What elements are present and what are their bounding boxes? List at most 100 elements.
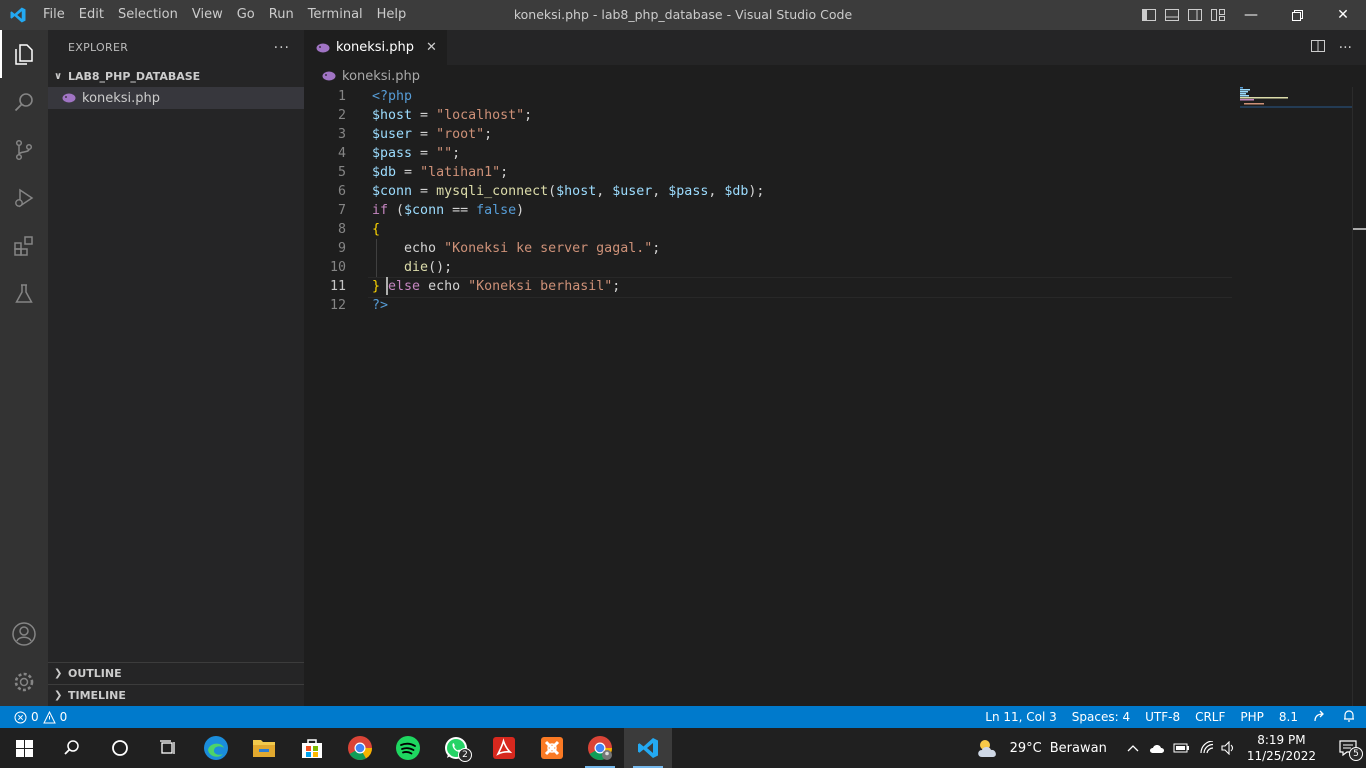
- code-line[interactable]: 8{: [304, 220, 1234, 239]
- spotify-icon[interactable]: [384, 728, 432, 768]
- minimap[interactable]: [1240, 87, 1352, 109]
- microsoft-store-icon[interactable]: [288, 728, 336, 768]
- chrome-profile-icon[interactable]: [576, 728, 624, 768]
- menu-help[interactable]: Help: [370, 0, 414, 30]
- xampp-icon[interactable]: [528, 728, 576, 768]
- code-line[interactable]: 7 if ($conn == false): [304, 201, 1234, 220]
- customize-layout-icon[interactable]: [1209, 7, 1226, 24]
- split-editor-icon[interactable]: [1310, 39, 1325, 57]
- weather-cloud-icon[interactable]: [974, 737, 1002, 759]
- extensions-icon[interactable]: [0, 222, 48, 270]
- code-text: die();: [404, 260, 453, 275]
- code-line[interactable]: 11} else echo "Koneksi berhasil";: [304, 277, 1234, 298]
- code-line[interactable]: 6 $conn = mysqli_connect($host, $user, $p…: [304, 182, 1234, 201]
- live-share-icon[interactable]: [1313, 709, 1327, 726]
- explorer-header: EXPLORER ···: [48, 30, 304, 65]
- code-text: if ($conn == false): [372, 203, 525, 218]
- acrobat-reader-icon[interactable]: [480, 728, 528, 768]
- line-number: 6: [337, 184, 346, 199]
- text-cursor: [386, 277, 388, 295]
- code-text: $db = "latihan1";: [372, 165, 509, 180]
- explorer-title: EXPLORER: [68, 41, 129, 54]
- action-center-icon[interactable]: 5: [1330, 728, 1366, 768]
- tab-koneksi[interactable]: koneksi.php ✕: [304, 30, 447, 65]
- breadcrumb-file[interactable]: koneksi.php: [342, 69, 420, 84]
- timeline-section[interactable]: ❯ TIMELINE: [48, 684, 304, 706]
- whatsapp-icon[interactable]: 2: [432, 728, 480, 768]
- vscode-logo-icon: [0, 0, 36, 30]
- menu-run[interactable]: Run: [262, 0, 301, 30]
- menu-view[interactable]: View: [185, 0, 230, 30]
- edge-browser-icon[interactable]: [192, 728, 240, 768]
- notifications-bell-icon[interactable]: [1342, 709, 1356, 726]
- search-icon[interactable]: [0, 78, 48, 126]
- line-ending[interactable]: CRLF: [1195, 710, 1225, 724]
- wifi-icon[interactable]: [1199, 741, 1215, 755]
- toggle-secondary-sidebar-icon[interactable]: [1186, 7, 1203, 24]
- toggle-panel-icon[interactable]: [1163, 7, 1180, 24]
- weather-temp[interactable]: 29°C: [1010, 741, 1042, 756]
- onedrive-cloud-icon[interactable]: [1149, 742, 1165, 754]
- toggle-primary-sidebar-icon[interactable]: [1140, 7, 1157, 24]
- testing-flask-icon[interactable]: [0, 270, 48, 318]
- cursor-position[interactable]: Ln 11, Col 3: [985, 710, 1057, 724]
- minimize-button[interactable]: —: [1228, 0, 1274, 30]
- cortana-icon[interactable]: [96, 728, 144, 768]
- task-view-icon[interactable]: [144, 728, 192, 768]
- show-hidden-icons-chevron-icon[interactable]: [1127, 744, 1139, 752]
- volume-icon[interactable]: [1221, 741, 1237, 755]
- code-line[interactable]: 5 $db = "latihan1";: [304, 163, 1234, 182]
- folder-section[interactable]: ∨ LAB8_PHP_DATABASE: [48, 65, 304, 87]
- weather-text[interactable]: Berawan: [1050, 741, 1107, 756]
- menu-edit[interactable]: Edit: [72, 0, 111, 30]
- taskbar-search-icon[interactable]: [48, 728, 96, 768]
- vscode-taskbar-icon[interactable]: [624, 728, 672, 768]
- line-number: 10: [329, 260, 346, 275]
- chevron-down-icon: ∨: [54, 70, 63, 82]
- close-tab-icon[interactable]: ✕: [426, 40, 437, 55]
- close-window-button[interactable]: ✕: [1320, 0, 1366, 30]
- accounts-icon[interactable]: [0, 610, 48, 658]
- line-number: 7: [337, 203, 346, 218]
- vertical-scrollbar[interactable]: [1352, 87, 1366, 706]
- chrome-icon[interactable]: [336, 728, 384, 768]
- windows-start-icon[interactable]: [0, 728, 48, 768]
- indent-guide: [376, 239, 377, 277]
- more-actions-icon[interactable]: ···: [1339, 40, 1352, 56]
- language-mode[interactable]: PHP: [1240, 710, 1264, 724]
- line-number: 8: [337, 222, 346, 237]
- menu-terminal[interactable]: Terminal: [301, 0, 370, 30]
- source-control-icon[interactable]: [0, 126, 48, 174]
- menu-bar: File Edit Selection View Go Run Terminal…: [36, 0, 413, 30]
- encoding[interactable]: UTF-8: [1145, 710, 1180, 724]
- indentation[interactable]: Spaces: 4: [1072, 710, 1130, 724]
- code-line[interactable]: 10 die();: [304, 258, 1234, 277]
- settings-gear-icon[interactable]: [0, 658, 48, 706]
- file-item-koneksi[interactable]: koneksi.php: [48, 87, 304, 109]
- file-explorer-icon[interactable]: [240, 728, 288, 768]
- outline-section[interactable]: ❯ OUTLINE: [48, 662, 304, 684]
- menu-file[interactable]: File: [36, 0, 72, 30]
- battery-icon[interactable]: [1173, 742, 1191, 754]
- explorer-sidebar: EXPLORER ··· ∨ LAB8_PHP_DATABASE koneksi…: [48, 30, 304, 706]
- breadcrumb[interactable]: koneksi.php: [304, 65, 1366, 87]
- code-line[interactable]: 3 $user = "root";: [304, 125, 1234, 144]
- clock[interactable]: 8:19 PM 11/25/2022: [1247, 732, 1316, 764]
- code-line[interactable]: 4 $pass = "";: [304, 144, 1234, 163]
- menu-selection[interactable]: Selection: [111, 0, 185, 30]
- more-actions-icon[interactable]: ···: [274, 40, 290, 56]
- file-name: koneksi.php: [82, 90, 161, 106]
- explorer-icon[interactable]: [0, 30, 48, 78]
- menu-go[interactable]: Go: [230, 0, 262, 30]
- code-line[interactable]: 12 ?>: [304, 296, 1234, 315]
- code-text: {: [372, 222, 381, 237]
- code-line[interactable]: 9 echo "Koneksi ke server gagal.";: [304, 239, 1234, 258]
- restore-button[interactable]: [1274, 0, 1320, 30]
- code-line[interactable]: 1 <?php: [304, 87, 1234, 106]
- run-debug-icon[interactable]: [0, 174, 48, 222]
- problems-indicator[interactable]: 0 0: [0, 710, 67, 724]
- notification-badge: 5: [1349, 747, 1363, 761]
- php-version[interactable]: 8.1: [1279, 710, 1298, 724]
- code-line[interactable]: 2 $host = "localhost";: [304, 106, 1234, 125]
- code-editor[interactable]: 1 <?php 2 $host = "localhost"; 3 $user = "roo…: [304, 87, 1234, 315]
